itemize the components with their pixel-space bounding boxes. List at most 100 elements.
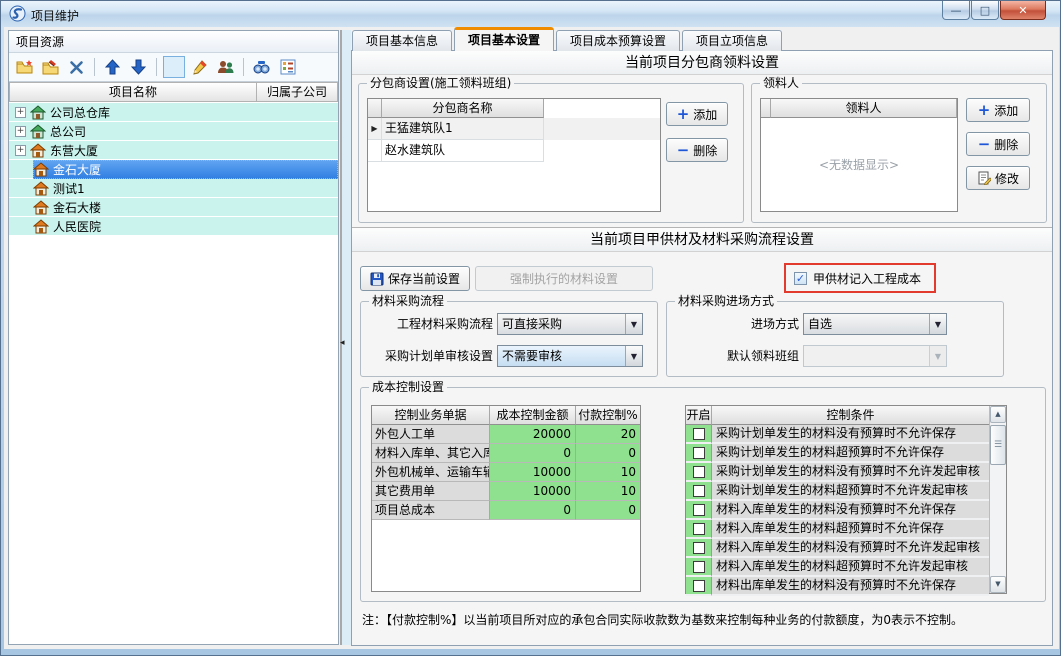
chevron-down-icon[interactable]: ▼ xyxy=(625,314,642,334)
tree-item-jinshi-tower-selected[interactable]: 金石大厦 xyxy=(9,160,338,179)
condition-row[interactable]: 材料入库单发生的材料没有预算时不允许发起审核 xyxy=(686,539,989,558)
panel-splitter[interactable]: ◂ xyxy=(340,30,351,645)
minimize-button[interactable]: — xyxy=(942,1,970,20)
subcontractor-add-button[interactable]: + 添加 xyxy=(666,102,728,126)
enable-checkbox[interactable] xyxy=(693,447,705,459)
expand-icon[interactable]: + xyxy=(15,126,26,137)
force-material-settings-button[interactable]: 强制执行的材料设置 xyxy=(475,266,653,291)
payment-control-note: 注：【付款控制%】以当前项目所对应的承包合同实际收款数为基数来控制每种业务的付款… xyxy=(362,611,963,628)
condition-row[interactable]: 材料入库单发生的材料没有预算时不允许保存 xyxy=(686,501,989,520)
table-row[interactable]: 外包机械单、运输车辆单 10000 10 xyxy=(372,463,640,482)
house-icon xyxy=(30,143,46,158)
left-panel-title: 项目资源 xyxy=(9,31,338,53)
table-row[interactable]: 外包人工单 20000 20 xyxy=(372,425,640,444)
control-condition-table[interactable]: 开启 控制条件 采购计划单发生的材料没有预算时不允许保存 采购计划单发生的材料超… xyxy=(685,405,1007,594)
table-row[interactable]: ▶ 王猛建筑队1 xyxy=(368,118,660,140)
table-row[interactable]: 材料入库单、其它入库单 0 0 xyxy=(372,444,640,463)
vertical-scrollbar[interactable]: ▲ ☰ ▼ xyxy=(989,406,1006,593)
condition-row[interactable]: 材料入库单发生的材料超预算时不允许保存 xyxy=(686,520,989,539)
entry-row2-label: 默认领料班组 xyxy=(671,345,799,367)
expand-icon[interactable]: + xyxy=(15,145,26,156)
save-settings-button[interactable]: 保存当前设置 xyxy=(360,266,470,291)
condition-row[interactable]: 材料出库单发生的材料没有预算时不允许保存 xyxy=(686,577,989,596)
chevron-down-icon: ▼ xyxy=(929,346,946,366)
picker-modify-button[interactable]: 修改 xyxy=(966,166,1030,190)
material-purchase-flow-select[interactable]: 可直接采购 ▼ xyxy=(497,313,643,335)
chevron-down-icon[interactable]: ▼ xyxy=(625,346,642,366)
owner-supplied-checkbox[interactable]: ✓ xyxy=(794,272,807,285)
tab-project-basic-settings[interactable]: 项目基本设置 xyxy=(454,27,554,51)
tab-cost-budget-settings[interactable]: 项目成本预算设置 xyxy=(556,30,680,51)
material-entry-group: 材料采购进场方式 进场方式 自选 ▼ 默认领料班组 ▼ xyxy=(666,301,1004,377)
move-up-button[interactable] xyxy=(101,56,124,79)
scroll-down-icon[interactable]: ▼ xyxy=(990,576,1006,593)
picker-column-header[interactable]: 领料人 xyxy=(771,99,957,118)
entry-mode-select[interactable]: 自选 ▼ xyxy=(803,313,947,335)
default-picking-team-select[interactable]: ▼ xyxy=(803,345,947,367)
enable-checkbox[interactable] xyxy=(693,580,705,592)
section1-title: 当前项目分包商领料设置 xyxy=(352,51,1052,75)
table-row[interactable]: 项目总成本 0 0 xyxy=(372,501,640,520)
delete-button[interactable] xyxy=(65,56,88,79)
enable-checkbox[interactable] xyxy=(693,428,705,440)
tree-item-dongying-tower[interactable]: + 东营大厦 xyxy=(9,141,338,160)
close-button[interactable]: ✕ xyxy=(1000,1,1046,20)
toolbar-separator xyxy=(94,58,95,76)
pencil-button[interactable] xyxy=(188,56,211,79)
edit-folder-button[interactable] xyxy=(39,56,62,79)
move-down-button[interactable] xyxy=(127,56,150,79)
picker-delete-button[interactable]: − 删除 xyxy=(966,132,1030,156)
enable-checkbox[interactable] xyxy=(693,542,705,554)
house-icon xyxy=(33,219,49,234)
tab-project-approval-info[interactable]: 项目立项信息 xyxy=(682,30,782,51)
row-indicator-icon: ▶ xyxy=(368,118,382,140)
tree-item-peoples-hospital[interactable]: 人民医院 xyxy=(9,217,338,236)
color-box-button[interactable] xyxy=(163,56,185,78)
subcontractor-table[interactable]: 分包商名称 ▶ 王猛建筑队1 赵水建筑队 xyxy=(367,98,661,212)
title-bar[interactable]: 项目维护 — □ ✕ xyxy=(1,1,1060,27)
tree-item-jinshi-building[interactable]: 金石大楼 xyxy=(9,198,338,217)
condition-row[interactable]: 采购计划单发生的材料超预算时不允许保存 xyxy=(686,444,989,463)
table-row[interactable]: 赵水建筑队 xyxy=(368,140,660,162)
tree-column-headers: 项目名称 归属子公司 xyxy=(9,82,338,102)
scroll-up-icon[interactable]: ▲ xyxy=(990,406,1006,423)
condition-row[interactable]: 采购计划单发生的材料没有预算时不允许发起审核 xyxy=(686,463,989,482)
subcontractor-delete-button[interactable]: − 删除 xyxy=(666,138,728,162)
new-folder-button[interactable] xyxy=(13,56,36,79)
tree-item-test1[interactable]: 测试1 xyxy=(9,179,338,198)
toolbar-separator xyxy=(243,58,244,76)
tree-item-company-warehouse[interactable]: + 公司总仓库 xyxy=(9,103,338,122)
enable-checkbox[interactable] xyxy=(693,485,705,497)
expand-icon[interactable]: + xyxy=(15,107,26,118)
table-row[interactable]: 其它费用单 10000 10 xyxy=(372,482,640,501)
warehouse-icon xyxy=(30,124,46,139)
enable-checkbox[interactable] xyxy=(693,523,705,535)
tree-item-head-office[interactable]: + 总公司 xyxy=(9,122,338,141)
details-button[interactable] xyxy=(276,56,299,79)
condition-row[interactable]: 采购计划单发生的材料没有预算时不允许保存 xyxy=(686,425,989,444)
plus-icon: + xyxy=(677,108,690,120)
find-button[interactable] xyxy=(250,56,273,79)
scrollbar-thumb[interactable]: ☰ xyxy=(990,425,1006,465)
picker-add-button[interactable]: + 添加 xyxy=(966,98,1030,122)
chevron-down-icon[interactable]: ▼ xyxy=(929,314,946,334)
enable-checkbox[interactable] xyxy=(693,504,705,516)
cost-limit-table[interactable]: 控制业务单据 成本控制金额 付款控制% 外包人工单 20000 20 材料入库单… xyxy=(371,405,641,592)
owner-supplied-checkbox-label[interactable]: 甲供材记入工程成本 xyxy=(813,270,921,287)
warehouse-icon xyxy=(30,105,46,120)
subcontractor-column-header[interactable]: 分包商名称 xyxy=(382,99,544,118)
condition-row[interactable]: 材料入库单发生的材料超预算时不允许发起审核 xyxy=(686,558,989,577)
edit-note-icon xyxy=(977,171,991,185)
maximize-button[interactable]: □ xyxy=(971,1,999,20)
enable-checkbox[interactable] xyxy=(693,561,705,573)
condition-row[interactable]: 采购计划单发生的材料超预算时不允许发起审核 xyxy=(686,482,989,501)
tab-project-basic-info[interactable]: 项目基本信息 xyxy=(352,30,452,51)
users-button[interactable] xyxy=(214,56,237,79)
picker-table[interactable]: 领料人 <无数据显示> xyxy=(760,98,958,212)
collapse-arrow-icon[interactable]: ◂ xyxy=(340,338,345,348)
flow-row1-label: 工程材料采购流程 xyxy=(365,313,493,335)
column-header-subcompany[interactable]: 归属子公司 xyxy=(257,82,338,102)
purchase-plan-audit-select[interactable]: 不需要审核 ▼ xyxy=(497,345,643,367)
enable-checkbox[interactable] xyxy=(693,466,705,478)
column-header-project-name[interactable]: 项目名称 xyxy=(9,82,257,102)
